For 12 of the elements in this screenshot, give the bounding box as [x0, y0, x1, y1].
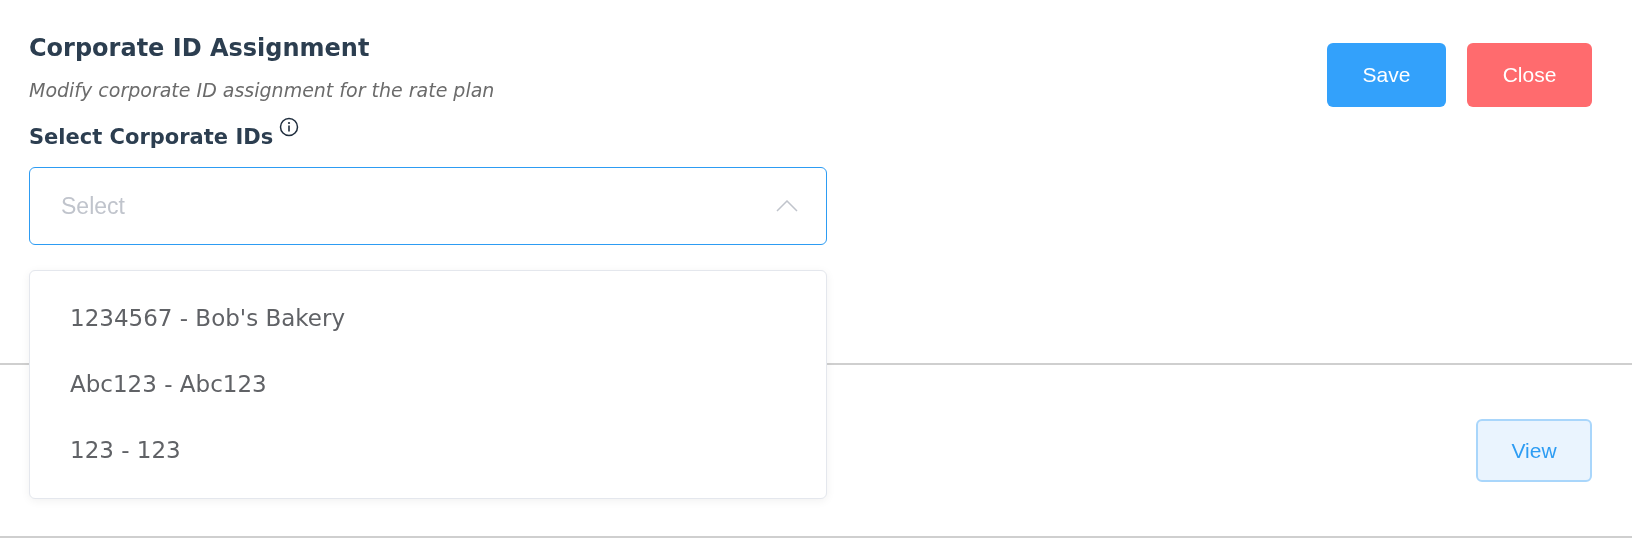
dropdown-option[interactable]: Abc123 - Abc123 [30, 351, 826, 417]
close-button[interactable]: Close [1467, 43, 1592, 107]
view-button[interactable]: View [1476, 419, 1592, 482]
select-field[interactable]: Select [29, 167, 827, 245]
save-button[interactable]: Save [1327, 43, 1446, 107]
info-icon[interactable] [279, 117, 300, 137]
section-subtitle: Modify corporate ID assignment for the rate plan [29, 79, 496, 101]
section-title: Corporate ID Assignment [29, 34, 371, 62]
dropdown-option[interactable]: 1234567 - Bob's Bakery [30, 285, 826, 351]
field-label: Select Corporate IDs [29, 125, 274, 149]
chevron-icon [776, 200, 798, 212]
dropdown-option[interactable]: 123 - 123 [30, 417, 826, 483]
